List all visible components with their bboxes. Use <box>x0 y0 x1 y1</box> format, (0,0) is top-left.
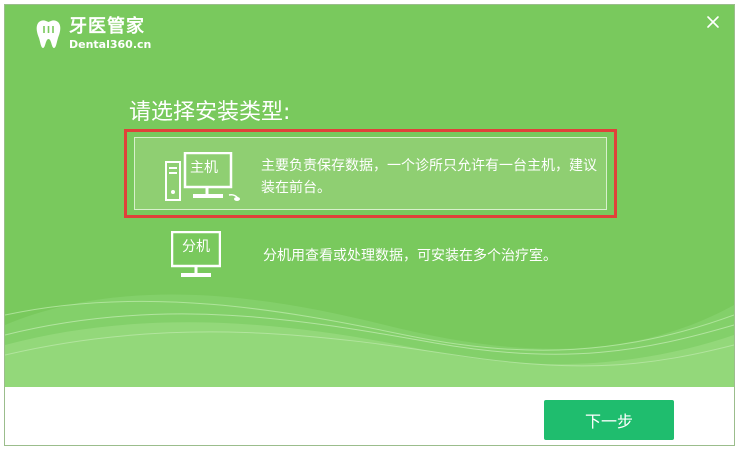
app-title: 牙医管家 <box>69 16 145 37</box>
footer-bar: 下一步 <box>5 387 734 445</box>
installer-window: 牙医管家 Dental360.cn 请选择安装类型: 主机 主要负责保存数据，一… <box>4 4 735 446</box>
tooth-icon <box>36 20 61 48</box>
install-type-heading: 请选择安装类型: <box>129 100 291 125</box>
option-host-description: 主要负责保存数据，一个诊所只允许有一台主机，建议装在前台。 <box>261 158 597 196</box>
option-host-highlight: 主机 主要负责保存数据，一个诊所只允许有一台主机，建议装在前台。 <box>134 137 607 210</box>
option-host-label: 主机 <box>190 160 218 176</box>
option-client[interactable]: 分机 分机用查看或处理数据，可安装在多个治疗室。 <box>155 227 617 287</box>
main-panel: 牙医管家 Dental360.cn 请选择安装类型: 主机 主要负责保存数据，一… <box>5 5 734 387</box>
option-client-label: 分机 <box>182 239 210 255</box>
close-button[interactable] <box>704 13 722 31</box>
app-subtitle: Dental360.cn <box>69 38 152 51</box>
next-button[interactable]: 下一步 <box>544 400 674 440</box>
option-client-description: 分机用查看或处理数据，可安装在多个治疗室。 <box>263 248 557 264</box>
option-host[interactable]: 主机 主要负责保存数据，一个诊所只允许有一台主机，建议装在前台。 <box>124 129 617 218</box>
close-icon <box>707 16 719 28</box>
